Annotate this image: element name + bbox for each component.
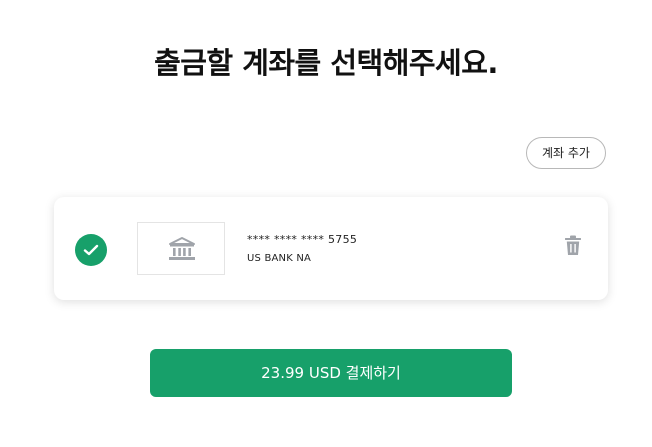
add-account-button[interactable]: 계좌 추가: [526, 137, 606, 169]
pay-button[interactable]: 23.99 USD 결제하기: [150, 349, 512, 397]
bank-name: US BANK NA: [247, 253, 312, 264]
account-number: **** **** **** 5755: [247, 233, 358, 246]
trash-icon: [565, 235, 581, 255]
selected-check-icon[interactable]: [75, 234, 107, 266]
checkmark-icon: [83, 244, 99, 256]
page: 출금할 계좌를 선택해주세요. 계좌 추가 **** **** **** 575…: [0, 0, 652, 447]
page-title: 출금할 계좌를 선택해주세요.: [154, 46, 498, 80]
bank-logo: [137, 222, 225, 275]
delete-account-button[interactable]: [564, 235, 586, 259]
account-card[interactable]: **** **** **** 5755 US BANK NA: [54, 197, 608, 300]
bank-building-icon: [169, 237, 195, 260]
